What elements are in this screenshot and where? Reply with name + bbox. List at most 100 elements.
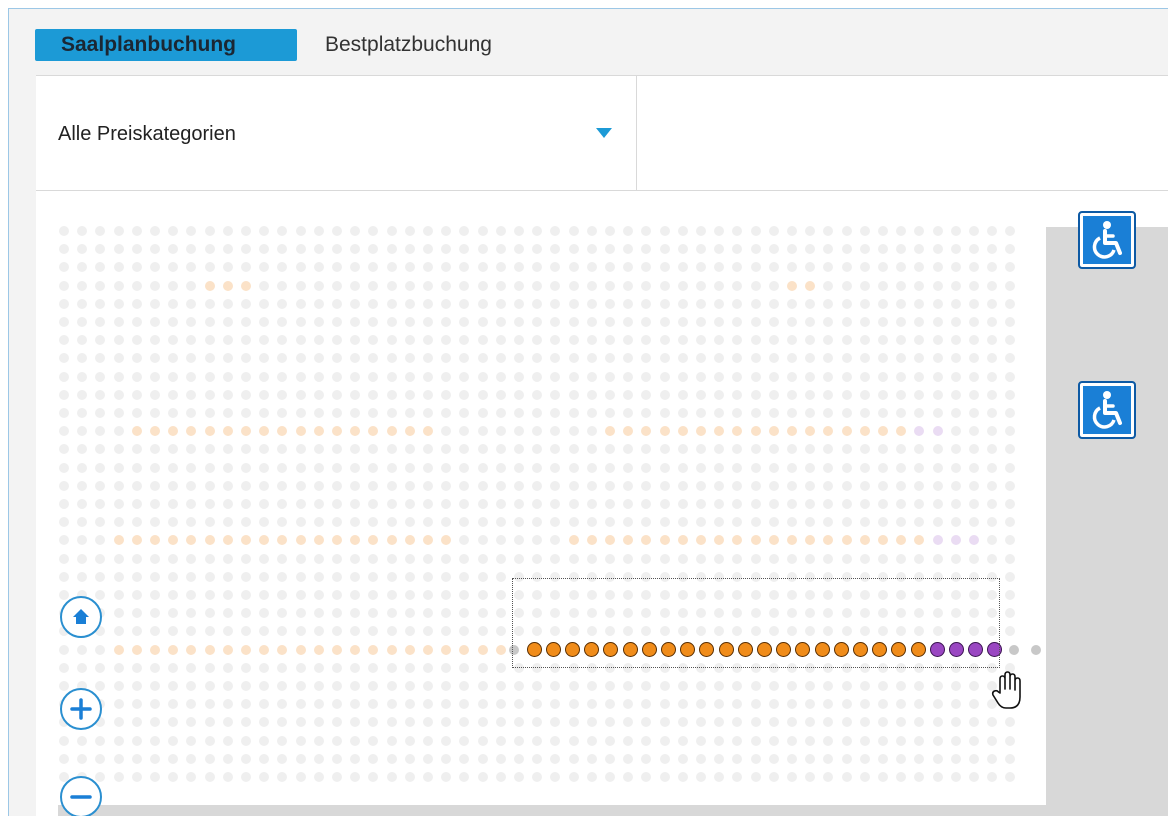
seat[interactable] xyxy=(386,499,397,509)
seat[interactable] xyxy=(295,571,306,582)
seat[interactable] xyxy=(750,226,761,236)
seat[interactable] xyxy=(168,753,179,764)
seat[interactable] xyxy=(477,608,488,619)
seat[interactable] xyxy=(241,317,251,327)
seat[interactable] xyxy=(332,644,342,655)
seat[interactable] xyxy=(586,608,597,619)
seat[interactable] xyxy=(623,426,634,437)
seat[interactable] xyxy=(222,480,233,491)
seat[interactable] xyxy=(459,335,470,346)
seat[interactable] xyxy=(77,462,88,473)
seat[interactable] xyxy=(113,517,124,528)
seat[interactable] xyxy=(677,699,688,710)
seat[interactable] xyxy=(914,681,925,691)
seat[interactable] xyxy=(950,262,961,273)
seat[interactable] xyxy=(605,553,615,564)
seat[interactable] xyxy=(386,317,397,327)
seat[interactable] xyxy=(732,626,743,637)
seat[interactable] xyxy=(714,371,725,382)
seat[interactable] xyxy=(677,317,688,327)
seat[interactable] xyxy=(186,753,197,764)
seat[interactable] xyxy=(495,408,506,418)
seat[interactable] xyxy=(714,408,725,418)
seat[interactable] xyxy=(732,735,743,746)
seat[interactable] xyxy=(368,444,379,455)
seat[interactable] xyxy=(186,772,197,782)
seat[interactable] xyxy=(277,317,288,327)
seat[interactable] xyxy=(969,662,979,673)
seat[interactable] xyxy=(896,571,907,582)
seat[interactable] xyxy=(241,535,251,546)
seat[interactable] xyxy=(677,480,688,491)
seat[interactable] xyxy=(841,462,852,473)
seat[interactable] xyxy=(150,408,160,418)
seat[interactable] xyxy=(441,499,452,509)
seat[interactable] xyxy=(277,244,288,255)
seat[interactable] xyxy=(259,644,270,655)
seat[interactable] xyxy=(878,753,888,764)
seat[interactable] xyxy=(896,389,907,400)
seat[interactable] xyxy=(168,717,179,728)
seat[interactable] xyxy=(623,662,634,673)
seat[interactable] xyxy=(914,462,925,473)
seat[interactable] xyxy=(477,735,488,746)
seat[interactable] xyxy=(878,772,888,782)
seat[interactable] xyxy=(768,571,779,582)
seat[interactable] xyxy=(586,735,597,746)
seat[interactable] xyxy=(222,699,233,710)
seat[interactable] xyxy=(677,608,688,619)
seat[interactable] xyxy=(787,571,797,582)
seat[interactable] xyxy=(495,444,506,455)
seat[interactable] xyxy=(404,317,415,327)
seat[interactable] xyxy=(568,371,579,382)
seat[interactable] xyxy=(914,280,925,291)
seat[interactable] xyxy=(768,553,779,564)
seat[interactable] xyxy=(313,590,324,600)
seat[interactable] xyxy=(186,371,197,382)
seat[interactable] xyxy=(131,317,142,327)
seat[interactable] xyxy=(641,571,652,582)
seat[interactable] xyxy=(313,644,324,655)
seat[interactable] xyxy=(404,681,415,691)
seat[interactable] xyxy=(368,499,379,509)
seat[interactable] xyxy=(696,371,706,382)
seat[interactable] xyxy=(659,262,670,273)
seat[interactable] xyxy=(204,699,215,710)
seat[interactable] xyxy=(586,335,597,346)
seat[interactable] xyxy=(696,517,706,528)
seat[interactable] xyxy=(969,499,979,509)
seat[interactable] xyxy=(423,371,433,382)
seat[interactable] xyxy=(732,298,743,309)
seat[interactable] xyxy=(987,626,998,637)
seat[interactable] xyxy=(350,735,361,746)
seat[interactable] xyxy=(805,553,816,564)
seat[interactable] xyxy=(732,462,743,473)
seat[interactable] xyxy=(859,626,870,637)
seat[interactable] xyxy=(204,408,215,418)
seat[interactable] xyxy=(605,280,615,291)
seat[interactable] xyxy=(350,371,361,382)
seat[interactable] xyxy=(641,244,652,255)
seat[interactable] xyxy=(477,571,488,582)
seat[interactable] xyxy=(841,717,852,728)
seat[interactable] xyxy=(932,662,943,673)
seat[interactable] xyxy=(896,353,907,364)
seat[interactable] xyxy=(841,335,852,346)
seat[interactable] xyxy=(131,335,142,346)
seat[interactable] xyxy=(350,517,361,528)
seat[interactable] xyxy=(459,699,470,710)
seat[interactable] xyxy=(404,753,415,764)
seat[interactable] xyxy=(950,226,961,236)
seat[interactable] xyxy=(550,699,561,710)
seat[interactable] xyxy=(404,444,415,455)
seat[interactable] xyxy=(350,389,361,400)
seat[interactable] xyxy=(459,608,470,619)
seat[interactable] xyxy=(131,462,142,473)
seat[interactable] xyxy=(313,262,324,273)
seat[interactable] xyxy=(987,444,998,455)
seat[interactable] xyxy=(241,426,251,437)
seat[interactable] xyxy=(969,353,979,364)
seat[interactable] xyxy=(914,535,925,546)
seat[interactable] xyxy=(477,644,488,655)
seat[interactable] xyxy=(186,590,197,600)
